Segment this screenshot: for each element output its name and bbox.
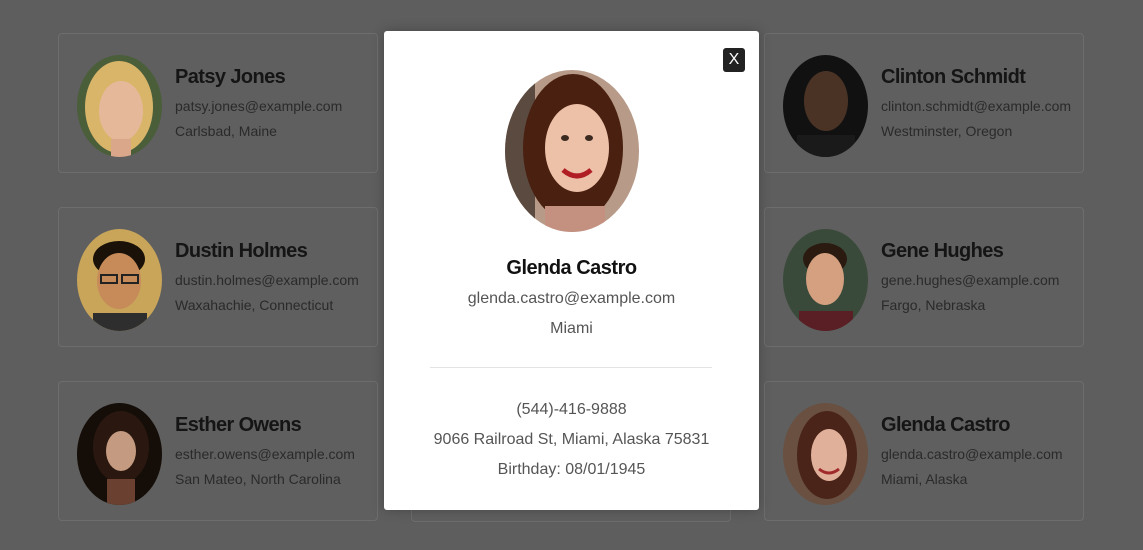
- user-card-esther-owens[interactable]: Esther Owens esther.owens@example.com Sa…: [58, 381, 378, 521]
- card-email: patsy.jones@example.com: [175, 98, 343, 114]
- avatar: [783, 403, 868, 505]
- modal-address: 9066 Railroad St, Miami, Alaska 75831: [433, 431, 710, 448]
- modal-city: Miami: [550, 320, 593, 337]
- avatar: [77, 55, 162, 157]
- card-email: esther.owens@example.com: [175, 446, 355, 462]
- avatar: [783, 229, 868, 331]
- modal-email: glenda.castro@example.com: [467, 290, 676, 307]
- user-card-patsy-jones[interactable]: Patsy Jones patsy.jones@example.com Carl…: [58, 33, 378, 173]
- card-location: Westminster, Oregon: [881, 123, 1013, 139]
- card-email: gene.hughes@example.com: [881, 272, 1060, 288]
- card-name: Clinton Schmidt: [881, 66, 1026, 88]
- avatar: [77, 229, 162, 331]
- user-card-gene-hughes[interactable]: Gene Hughes gene.hughes@example.com Farg…: [764, 207, 1084, 347]
- card-location: Fargo, Nebraska: [881, 297, 986, 313]
- card-name: Esther Owens: [175, 414, 302, 436]
- divider: [430, 367, 712, 368]
- close-button[interactable]: X: [723, 48, 745, 72]
- user-card-dustin-holmes[interactable]: Dustin Holmes dustin.holmes@example.com …: [58, 207, 378, 347]
- card-name: Patsy Jones: [175, 66, 286, 88]
- user-card-clinton-schmidt[interactable]: Clinton Schmidt clinton.schmidt@example.…: [764, 33, 1084, 173]
- card-location: Carlsbad, Maine: [175, 123, 277, 139]
- modal-phone: (544)-416-9888: [516, 401, 627, 418]
- card-email: glenda.castro@example.com: [881, 446, 1063, 462]
- avatar: [783, 55, 868, 157]
- card-name: Dustin Holmes: [175, 240, 308, 262]
- avatar: [77, 403, 162, 505]
- card-location: Waxahachie, Connecticut: [175, 297, 334, 313]
- modal-birthday: Birthday: 08/01/1945: [497, 461, 646, 478]
- user-card-glenda-castro[interactable]: Glenda Castro glenda.castro@example.com …: [764, 381, 1084, 521]
- card-name: Gene Hughes: [881, 240, 1004, 262]
- card-email: dustin.holmes@example.com: [175, 272, 359, 288]
- card-location: Miami, Alaska: [881, 471, 968, 487]
- card-location: San Mateo, North Carolina: [175, 471, 341, 487]
- modal-avatar: [505, 70, 639, 232]
- user-detail-modal: X Glenda Castro glenda.castro@example.co…: [384, 31, 759, 510]
- card-name: Glenda Castro: [881, 414, 1011, 436]
- card-email: clinton.schmidt@example.com: [881, 98, 1072, 114]
- modal-name: Glenda Castro: [506, 257, 637, 279]
